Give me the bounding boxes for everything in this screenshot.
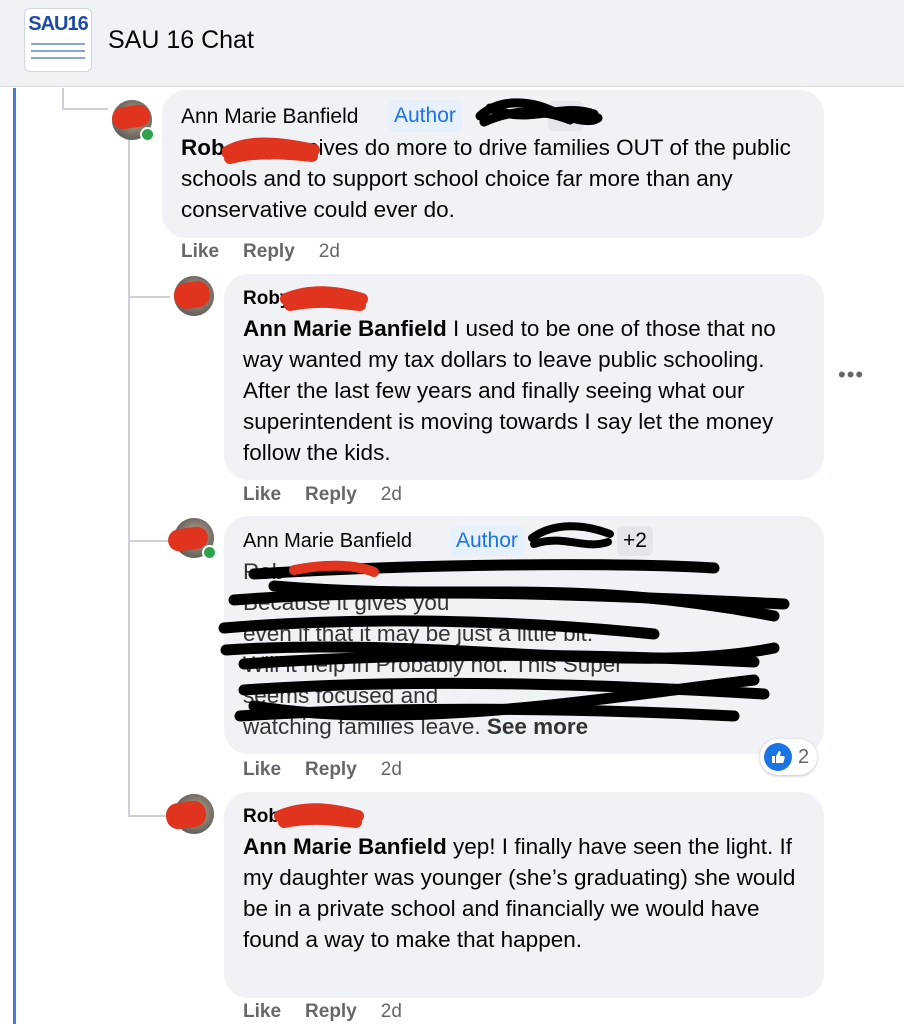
obscured-line: watching families leave. See more [243,714,589,739]
comment-actions: Like Reply 2d [181,241,340,263]
comment-text: Rob progressives do more to drive famili… [181,132,811,225]
comment-actions: Like Reply 2d [243,484,402,506]
reaction-count: 2 [798,745,810,768]
comment-author[interactable]: Roby [243,806,291,828]
thread-line [128,140,130,816]
extra-badge: +2 [617,526,653,556]
thumbs-up-icon [764,743,792,771]
timestamp[interactable]: 2d [381,759,402,781]
comment-body: progressives do more to drive families O… [181,135,791,222]
logo-line [31,50,85,52]
see-more-link[interactable]: See more [487,714,588,739]
obscured-line: Because it gives you [243,590,450,615]
avatar[interactable] [110,100,155,142]
extra-badge: +2 [548,101,584,131]
obscured-line: Will it help in Probably not. This Super [243,652,623,677]
reply-button[interactable]: Reply [243,241,295,263]
group-header: SAU16 SAU 16 Chat [0,0,904,87]
reply-button[interactable]: Reply [305,1001,357,1023]
thread-line [128,296,170,298]
online-status-icon [202,545,217,560]
mention-link[interactable]: Ann Marie Banfield [243,316,447,341]
like-button[interactable]: Like [243,759,281,781]
like-button[interactable]: Like [181,241,219,263]
comment-text: Ann Marie Banfield yep! I finally have s… [243,831,813,955]
comment-actions: Like Reply 2d [243,1001,402,1023]
reaction-summary[interactable]: 2 [760,739,818,775]
timestamp[interactable]: 2d [381,1001,402,1023]
comment-text: Ann Marie Banfield I used to be one of t… [243,313,813,468]
author-badge: Author [388,101,462,131]
logo-line [31,57,85,59]
thread-line [62,108,108,110]
mention-link[interactable]: Rob [181,135,225,160]
obscured-comment-text: Rob Because it gives you even if that it… [243,556,813,742]
more-options-icon[interactable]: ••• [838,362,864,388]
group-logo-text: SAU16 [28,13,88,35]
thread-line [62,88,64,110]
thread-line [128,540,170,542]
obscured-line: even if that it may be just a little bit… [243,621,594,646]
group-logo[interactable]: SAU16 [24,8,92,72]
logo-line [31,43,85,45]
thread-line [128,815,170,817]
timestamp[interactable]: 2d [319,241,340,263]
comment-author[interactable]: Ann Marie Banfield [243,530,412,553]
timestamp[interactable]: 2d [381,484,402,506]
reply-button[interactable]: Reply [305,484,357,506]
online-status-icon [140,127,155,142]
thread-accent-bar [13,88,16,1024]
like-button[interactable]: Like [243,484,281,506]
reply-button[interactable]: Reply [305,759,357,781]
group-title[interactable]: SAU 16 Chat [108,26,254,55]
like-button[interactable]: Like [243,1001,281,1023]
comment-author[interactable]: Roby [243,288,291,310]
author-badge: Author [450,526,524,556]
obscured-line: seems focused and [243,683,439,708]
mention-link[interactable]: Ann Marie Banfield [243,834,447,859]
avatar[interactable] [166,518,217,560]
thumbs-up-glyph [772,751,785,763]
comment-actions: Like Reply 2d [243,759,402,781]
comment-author[interactable]: Ann Marie Banfield [181,105,358,129]
avatar[interactable] [164,794,214,834]
obscured-line: Rob [243,559,285,584]
avatar[interactable] [172,276,214,316]
